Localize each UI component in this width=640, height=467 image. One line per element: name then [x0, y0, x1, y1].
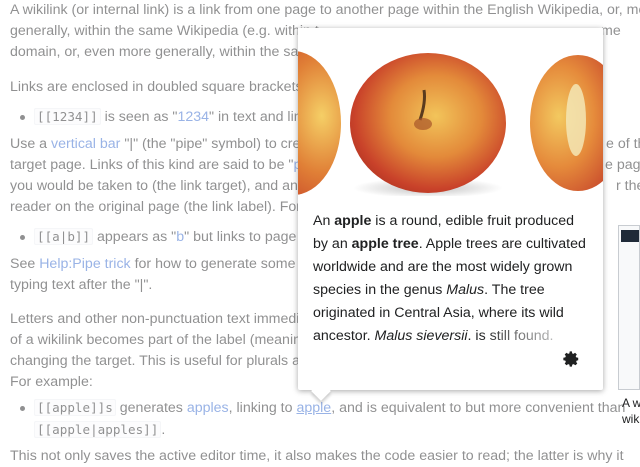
paragraph-pipe: Use a vertical bar "|" (the "pipe" symbo…	[10, 136, 321, 152]
link-apples[interactable]: apples	[187, 400, 229, 416]
paragraph-pipe-trick: See Help:Pipe trick for how to generate …	[10, 256, 315, 272]
popup-text-fade	[478, 318, 588, 340]
list-item: [[apple]]s generates apples, linking to …	[19, 397, 625, 419]
apple-image[interactable]	[298, 28, 603, 196]
paragraph-blend-link: Letters and other non-punctuation text i…	[10, 311, 320, 327]
apples-illustration	[298, 51, 603, 196]
thumbnail-screen	[621, 230, 639, 242]
link-vertical-bar[interactable]: vertical bar	[51, 136, 120, 152]
link-b[interactable]: b	[176, 229, 184, 245]
paragraph-intro: A wikilink (or internal link) is a link …	[10, 2, 640, 18]
list-item: [[a|b]] appears as "b" but links to page…	[19, 226, 313, 248]
link-1234[interactable]: 1234	[177, 109, 209, 125]
list-item: [[1234]] is seen as "1234" in text and l…	[20, 106, 316, 128]
code-sample: [[1234]]	[34, 108, 101, 125]
paragraph-readability: This not only saves the active editor ti…	[10, 448, 624, 464]
thumbnail-caption: A w wik	[622, 396, 640, 426]
link-apple[interactable]: apple	[296, 400, 331, 416]
link-preview-popup[interactable]: An apple is a round, edible fruit produc…	[298, 28, 603, 401]
link-pipe-trick[interactable]: Help:Pipe trick	[39, 256, 130, 272]
code-sample: [[apple]]s	[34, 399, 116, 416]
code-sample: [[a|b]]	[34, 228, 94, 245]
code-sample: [[apple|apples]]	[34, 421, 162, 438]
thumbnail-image[interactable]	[618, 225, 640, 390]
paragraph-links-intro: Links are enclosed in doubled square bra…	[10, 79, 307, 95]
gear-icon[interactable]	[562, 350, 580, 368]
